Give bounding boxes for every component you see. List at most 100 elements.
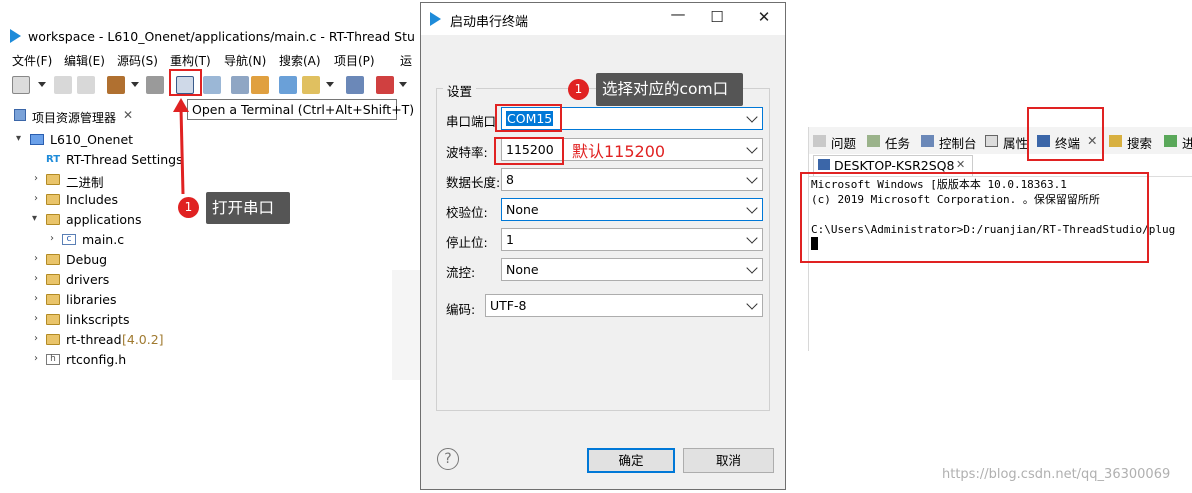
chevron-right-icon[interactable]: › — [50, 233, 54, 244]
sdk-icon[interactable] — [279, 76, 297, 94]
chevron-right-icon[interactable]: › — [34, 333, 38, 344]
settings-group-title: 设置 — [443, 81, 477, 100]
encoding-select[interactable]: UTF-8 — [485, 294, 763, 317]
project-explorer-title: 项目资源管理器 — [32, 111, 117, 125]
chevron-right-icon[interactable]: › — [34, 273, 38, 284]
run-icon[interactable] — [302, 76, 320, 94]
bug-icon[interactable] — [251, 76, 269, 94]
tab-label: 搜索 — [1127, 136, 1153, 151]
close-icon[interactable]: ✕ — [754, 8, 774, 26]
progress-icon — [1164, 135, 1177, 147]
chevron-right-icon[interactable]: › — [34, 353, 38, 364]
folder-icon — [46, 254, 60, 265]
chevron-down-icon — [746, 262, 758, 274]
new-dropdown-icon[interactable] — [38, 82, 46, 87]
tree-item-label: rt-thread — [66, 332, 122, 347]
menu-search[interactable]: 搜索(A) — [279, 52, 321, 69]
stop-icon[interactable] — [376, 76, 394, 94]
tree-item-label: main.c — [82, 232, 125, 247]
data-bits-select[interactable]: 8 — [501, 168, 763, 191]
terminal-tab-highlight — [1027, 107, 1104, 161]
tree-item-label: rtconfig.h — [66, 352, 127, 367]
wrench-icon[interactable] — [146, 76, 164, 94]
chevron-right-icon[interactable]: › — [34, 253, 38, 264]
minimize-icon[interactable]: — — [668, 5, 688, 23]
build-dropdown-icon[interactable] — [131, 82, 139, 87]
close-icon[interactable]: ✕ — [123, 108, 133, 122]
folder-icon — [46, 274, 60, 285]
port-highlight — [495, 104, 562, 132]
menu-navigate[interactable]: 导航(N) — [224, 52, 266, 69]
help-icon[interactable]: ? — [437, 448, 459, 470]
tab-label: 任务 — [885, 136, 911, 151]
tree-item-label: linkscripts — [66, 312, 130, 327]
menu-run[interactable]: 运 — [400, 52, 412, 69]
open-terminal-tooltip: Open a Terminal (Ctrl+Alt+Shift+T) — [187, 99, 414, 120]
stop-dropdown-icon[interactable] — [399, 82, 407, 87]
cancel-button[interactable]: 取消 — [683, 448, 774, 473]
ide-title-text: workspace - L610_Onenet/applications/mai… — [28, 29, 414, 44]
tree-item-label: drivers — [66, 272, 110, 287]
step-badge: 1 — [568, 79, 589, 100]
maximize-icon[interactable]: ☐ — [707, 8, 727, 26]
ok-button[interactable]: 确定 — [587, 448, 675, 473]
tree-item-label: 二进制 — [66, 175, 104, 190]
folder-open-icon — [46, 214, 60, 225]
open-terminal-highlight — [169, 69, 202, 96]
chevron-down-icon[interactable]: ▾ — [32, 213, 37, 224]
terminal-output-highlight — [800, 172, 1149, 263]
menu-edit[interactable]: 编辑(E) — [64, 52, 105, 69]
menu-project[interactable]: 项目(P) — [334, 52, 375, 69]
com-callout: 选择对应的com口 — [596, 73, 743, 106]
chevron-down-icon — [746, 232, 758, 244]
watermark: https://blog.csdn.net/qq_36300069 — [942, 467, 1171, 482]
rt-settings-icon: RT — [46, 154, 61, 165]
stop-bits-value: 1 — [506, 232, 514, 247]
debug-config-icon[interactable] — [231, 76, 249, 94]
chevron-right-icon[interactable]: › — [34, 193, 38, 204]
menu-refactor[interactable]: 重构(T) — [170, 52, 211, 69]
console-icon — [921, 135, 934, 147]
download-icon[interactable] — [203, 76, 221, 94]
chevron-right-icon[interactable]: › — [34, 293, 38, 304]
menu-file[interactable]: 文件(F) — [12, 52, 52, 69]
annotation-arrow — [173, 98, 189, 195]
run-dropdown-icon[interactable] — [326, 82, 334, 87]
toolbar — [0, 73, 414, 99]
chevron-down-icon — [746, 142, 758, 154]
port-label: 串口端口 — [446, 114, 497, 129]
flow-label: 流控: — [446, 265, 476, 280]
tab-label: 属性 — [1003, 136, 1029, 151]
new-icon[interactable] — [12, 76, 30, 94]
chevron-right-icon[interactable]: › — [34, 313, 38, 324]
flow-value: None — [506, 262, 539, 277]
h-file-icon: h — [46, 354, 60, 365]
save-icon[interactable] — [54, 76, 72, 94]
tree-item-label: L610_Onenet — [50, 132, 134, 147]
stop-bits-select[interactable]: 1 — [501, 228, 763, 251]
tab-label: 控制台 — [939, 136, 977, 151]
tasks-icon — [867, 135, 880, 147]
flow-select[interactable]: None — [501, 258, 763, 281]
save-all-icon[interactable] — [77, 76, 95, 94]
chevron-down-icon[interactable]: ▾ — [16, 133, 21, 144]
menu-source[interactable]: 源码(S) — [117, 52, 158, 69]
rt-thread-logo-icon — [10, 29, 21, 43]
tree-item-label: Debug — [66, 252, 108, 267]
parity-select[interactable]: None — [501, 198, 763, 221]
package-icon[interactable] — [346, 76, 364, 94]
project-explorer-tab[interactable]: 项目资源管理器 ✕ — [0, 105, 185, 127]
tree-item-label: Includes — [66, 192, 119, 207]
chevron-right-icon[interactable]: › — [34, 173, 38, 184]
properties-icon — [985, 135, 998, 147]
project-explorer-icon — [14, 109, 26, 121]
tab-label: 问题 — [831, 136, 857, 151]
chevron-down-icon — [746, 202, 758, 214]
baud-note: 默认115200 — [572, 142, 666, 161]
session-tab-label: DESKTOP-KSR2SQ8 — [834, 158, 955, 173]
close-icon[interactable]: ✕ — [956, 158, 965, 171]
ide-window: workspace - L610_Onenet/applications/mai… — [0, 0, 414, 378]
problems-icon — [813, 135, 826, 147]
step-badge: 1 — [178, 197, 199, 218]
build-icon[interactable] — [107, 76, 125, 94]
